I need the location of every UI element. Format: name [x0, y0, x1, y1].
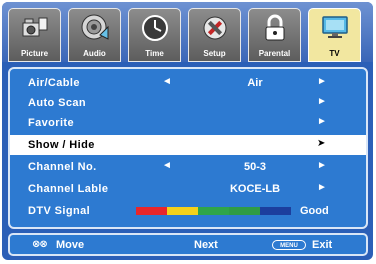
right-arrow-icon[interactable]: ►	[317, 160, 327, 171]
menu-item-label: Auto Scan	[28, 97, 86, 109]
help-next-label: Next	[194, 239, 218, 251]
menu-item-dtv-signal: DTV Signal Good	[10, 201, 366, 221]
menu-item-favorite[interactable]: Favorite ►	[10, 113, 366, 133]
right-arrow-icon[interactable]: ►	[317, 76, 327, 87]
signal-segment	[198, 207, 229, 215]
menu-tab-bar: Picture Audio Time Setup Parental TV	[2, 2, 373, 62]
tab-tv[interactable]: TV	[308, 8, 361, 62]
menu-item-air-cable[interactable]: Air/Cable ◄ Air ►	[10, 73, 366, 93]
clock-icon	[142, 15, 168, 41]
signal-status: Good	[300, 205, 329, 217]
menu-item-auto-scan[interactable]: Auto Scan ►	[10, 93, 366, 113]
tab-label: Parental	[258, 49, 291, 58]
tab-audio[interactable]: Audio	[68, 8, 121, 62]
menu-item-label: Favorite	[28, 117, 74, 129]
tab-label: Time	[145, 49, 164, 58]
tab-setup[interactable]: Setup	[188, 8, 241, 62]
signal-segment	[260, 207, 291, 215]
tools-icon	[203, 16, 227, 40]
tv-menu-panel: Air/Cable ◄ Air ► Auto Scan ► Favorite ►…	[8, 67, 368, 229]
menu-item-value: 50-3	[243, 161, 267, 173]
menu-item-value: Air	[247, 77, 263, 89]
tab-label: Picture	[20, 49, 49, 58]
menu-item-label: DTV Signal	[28, 205, 91, 217]
menu-key-icon: MENU	[272, 240, 306, 250]
menu-item-label: Channel Lable	[28, 183, 109, 195]
signal-segment	[167, 207, 198, 215]
menu-item-label: Air/Cable	[28, 77, 80, 89]
left-arrow-icon[interactable]: ◄	[162, 76, 172, 87]
tab-time[interactable]: Time	[128, 8, 181, 62]
menu-item-channel-lable[interactable]: Channel Lable KOCE-LB ►	[10, 179, 366, 199]
lock-icon	[265, 14, 285, 41]
signal-segment	[229, 207, 260, 215]
tab-parental[interactable]: Parental	[248, 8, 301, 62]
tv-icon	[322, 16, 348, 38]
menu-item-value: KOCE-LB	[229, 183, 281, 195]
tab-label: TV	[329, 49, 340, 58]
left-arrow-icon[interactable]: ◄	[162, 160, 172, 171]
menu-item-channel-no[interactable]: Channel No. ◄ 50-3 ►	[10, 157, 366, 177]
help-exit-label: Exit	[312, 239, 333, 251]
tab-picture[interactable]: Picture	[8, 8, 61, 62]
menu-item-show-hide[interactable]: Show / Hide ➤	[10, 135, 366, 155]
menu-item-label: Show / Hide	[28, 139, 95, 151]
help-bar: ⊗⊗ Move Next MENU Exit	[8, 233, 368, 256]
menu-item-label: Channel No.	[28, 161, 97, 173]
signal-strength-bar	[136, 207, 291, 215]
signal-segment	[136, 207, 167, 215]
tab-label: Setup	[203, 49, 226, 58]
right-arrow-icon[interactable]: ►	[317, 182, 327, 193]
tab-label: Audio	[83, 49, 106, 58]
help-move-label: Move	[56, 239, 85, 251]
right-arrow-icon[interactable]: ➤	[317, 138, 325, 149]
right-arrow-icon[interactable]: ►	[317, 116, 327, 127]
right-arrow-icon[interactable]: ►	[317, 96, 327, 107]
up-down-arrows-icon: ⊗⊗	[32, 239, 48, 250]
camera-icon	[22, 17, 48, 37]
speaker-icon	[81, 14, 109, 40]
